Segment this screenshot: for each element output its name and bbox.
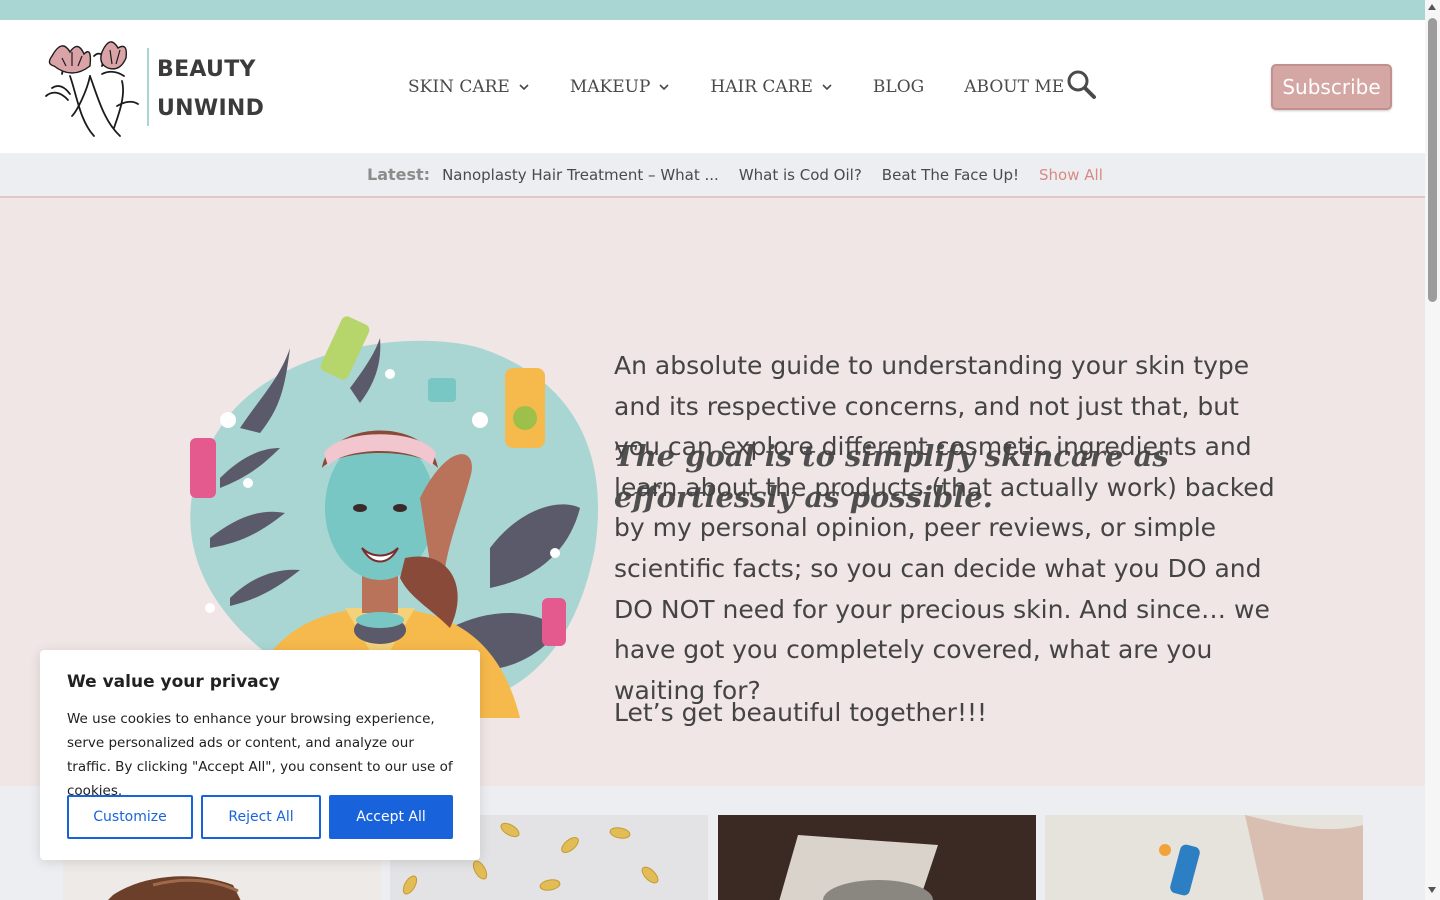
scroll-up-icon[interactable] (1428, 4, 1436, 10)
nav-item-makeup[interactable]: MAKEUP (570, 77, 671, 97)
cookie-title: We value your privacy (67, 672, 280, 692)
nav-label: HAIR CARE (710, 77, 813, 97)
site-title-line1: BEAUTY (157, 57, 256, 82)
site-title[interactable]: BEAUTY UNWIND (157, 50, 264, 128)
chevron-down-icon (822, 84, 832, 91)
nav-item-blog[interactable]: BLOG (873, 77, 924, 97)
show-all-link[interactable]: Show All (1039, 166, 1103, 184)
site-title-line2: UNWIND (157, 96, 265, 121)
customize-button[interactable]: Customize (67, 795, 193, 839)
logo-divider (147, 48, 149, 126)
post-card-image[interactable] (718, 815, 1036, 900)
post-card-image[interactable] (1045, 815, 1363, 900)
accept-all-button[interactable]: Accept All (329, 795, 453, 839)
top-accent-bar (0, 0, 1425, 20)
reject-all-button[interactable]: Reject All (201, 795, 321, 839)
latest-posts-bar: Latest: Nanoplasty Hair Treatment – What… (0, 153, 1425, 198)
nav-item-skin-care[interactable]: SKIN CARE (408, 77, 530, 97)
hero-body-text: An absolute guide to understanding your … (614, 351, 1275, 705)
nav-label: BLOG (872, 77, 925, 97)
cookie-consent-dialog: We value your privacy We use cookies to … (40, 650, 480, 860)
latest-link[interactable]: Nanoplasty Hair Treatment – What ... (442, 166, 719, 184)
nav-item-hair-care[interactable]: HAIR CARE (710, 77, 833, 97)
latest-link[interactable]: What is Cod Oil? (739, 166, 862, 184)
search-icon[interactable] (1065, 68, 1097, 100)
subscribe-button[interactable]: Subscribe (1271, 64, 1392, 110)
latest-label: Latest: (367, 165, 431, 184)
nav-label: SKIN CARE (408, 77, 510, 97)
page-scrollbar[interactable] (1425, 0, 1440, 900)
latest-link[interactable]: Beat The Face Up! (882, 166, 1019, 184)
nav-label: MAKEUP (569, 77, 651, 97)
scrollbar-thumb[interactable] (1428, 18, 1437, 302)
hero-cta-text: Let’s get beautiful together!!! (614, 698, 988, 727)
chevron-down-icon (519, 84, 529, 91)
chevron-down-icon (659, 84, 669, 91)
scroll-down-icon[interactable] (1428, 887, 1436, 893)
cookie-text: We use cookies to enhance your browsing … (67, 711, 453, 799)
site-header: BEAUTY UNWIND SKIN CARE MAKEUP HAIR CARE… (0, 20, 1425, 153)
nav-item-about-me[interactable]: ABOUT ME (964, 77, 1064, 97)
main-nav: SKIN CARE MAKEUP HAIR CARE BLOG ABOUT ME (408, 72, 1104, 102)
nav-label: ABOUT ME (964, 77, 1065, 97)
